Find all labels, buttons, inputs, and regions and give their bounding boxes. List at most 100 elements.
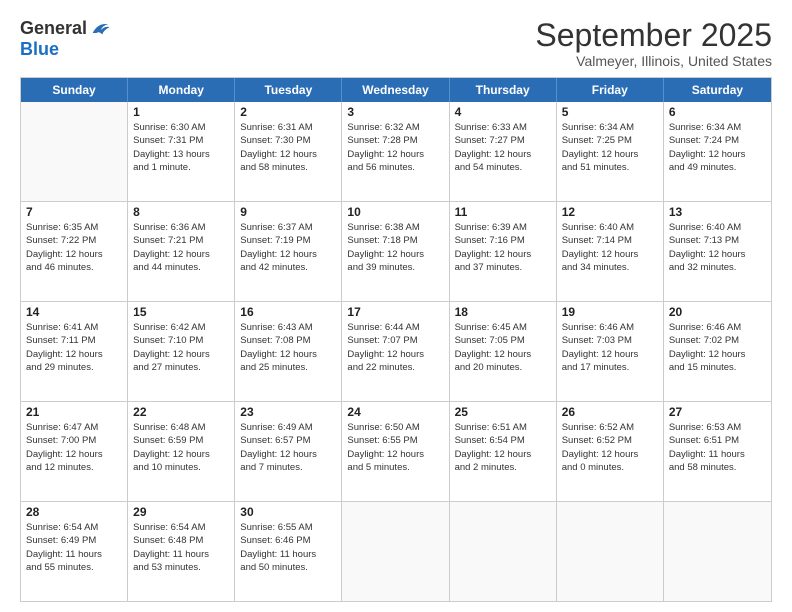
cell-info-line: Sunset: 7:05 PM — [455, 334, 551, 347]
day-number: 29 — [133, 505, 229, 519]
cell-info-line: Sunset: 6:49 PM — [26, 534, 122, 547]
day-cell-27: 27Sunrise: 6:53 AMSunset: 6:51 PMDayligh… — [664, 402, 771, 501]
day-cell-21: 21Sunrise: 6:47 AMSunset: 7:00 PMDayligh… — [21, 402, 128, 501]
day-cell-12: 12Sunrise: 6:40 AMSunset: 7:14 PMDayligh… — [557, 202, 664, 301]
cell-info-line: Sunset: 7:18 PM — [347, 234, 443, 247]
day-cell-8: 8Sunrise: 6:36 AMSunset: 7:21 PMDaylight… — [128, 202, 235, 301]
day-header-saturday: Saturday — [664, 78, 771, 102]
day-cell-empty-4-3 — [342, 502, 449, 601]
day-number: 27 — [669, 405, 766, 419]
cell-info-line: Daylight: 12 hours — [133, 248, 229, 261]
cell-info-line: Sunset: 7:19 PM — [240, 234, 336, 247]
cell-info-line: and 32 minutes. — [669, 261, 766, 274]
cell-info-line: Sunset: 7:31 PM — [133, 134, 229, 147]
cell-info-line: Sunrise: 6:39 AM — [455, 221, 551, 234]
day-number: 13 — [669, 205, 766, 219]
day-number: 4 — [455, 105, 551, 119]
day-cell-empty-4-4 — [450, 502, 557, 601]
day-number: 7 — [26, 205, 122, 219]
cell-info-line: and 42 minutes. — [240, 261, 336, 274]
cell-info-line: Sunrise: 6:47 AM — [26, 421, 122, 434]
day-number: 10 — [347, 205, 443, 219]
day-cell-25: 25Sunrise: 6:51 AMSunset: 6:54 PMDayligh… — [450, 402, 557, 501]
day-header-wednesday: Wednesday — [342, 78, 449, 102]
day-cell-28: 28Sunrise: 6:54 AMSunset: 6:49 PMDayligh… — [21, 502, 128, 601]
cell-info-line: Daylight: 12 hours — [240, 148, 336, 161]
month-title: September 2025 — [535, 18, 772, 53]
cell-info-line: Sunset: 7:13 PM — [669, 234, 766, 247]
cell-info-line: Sunset: 6:59 PM — [133, 434, 229, 447]
cell-info-line: Sunset: 6:51 PM — [669, 434, 766, 447]
cell-info-line: and 2 minutes. — [455, 461, 551, 474]
day-cell-10: 10Sunrise: 6:38 AMSunset: 7:18 PMDayligh… — [342, 202, 449, 301]
cell-info-line: Daylight: 12 hours — [240, 248, 336, 261]
cell-info-line: Daylight: 12 hours — [455, 348, 551, 361]
cell-info-line: and 58 minutes. — [669, 461, 766, 474]
cell-info-line: Sunset: 7:00 PM — [26, 434, 122, 447]
cell-info-line: Daylight: 11 hours — [669, 448, 766, 461]
day-number: 11 — [455, 205, 551, 219]
cell-info-line: Sunset: 7:14 PM — [562, 234, 658, 247]
logo-bird-icon — [89, 18, 111, 40]
cell-info-line: Sunset: 7:24 PM — [669, 134, 766, 147]
cell-info-line: Daylight: 12 hours — [347, 248, 443, 261]
cell-info-line: Sunset: 7:10 PM — [133, 334, 229, 347]
cell-info-line: Sunset: 7:28 PM — [347, 134, 443, 147]
cell-info-line: Daylight: 12 hours — [562, 448, 658, 461]
cell-info-line: Sunrise: 6:34 AM — [562, 121, 658, 134]
day-cell-9: 9Sunrise: 6:37 AMSunset: 7:19 PMDaylight… — [235, 202, 342, 301]
cell-info-line: and 15 minutes. — [669, 361, 766, 374]
day-cell-1: 1Sunrise: 6:30 AMSunset: 7:31 PMDaylight… — [128, 102, 235, 201]
cell-info-line: Daylight: 12 hours — [669, 148, 766, 161]
day-header-thursday: Thursday — [450, 78, 557, 102]
cell-info-line: and 17 minutes. — [562, 361, 658, 374]
day-number: 14 — [26, 305, 122, 319]
cell-info-line: Sunrise: 6:35 AM — [26, 221, 122, 234]
logo: General Blue — [20, 18, 111, 60]
cell-info-line: Daylight: 12 hours — [347, 448, 443, 461]
day-cell-23: 23Sunrise: 6:49 AMSunset: 6:57 PMDayligh… — [235, 402, 342, 501]
calendar: SundayMondayTuesdayWednesdayThursdayFrid… — [20, 77, 772, 602]
cell-info-line: Sunset: 6:54 PM — [455, 434, 551, 447]
cell-info-line: Sunrise: 6:43 AM — [240, 321, 336, 334]
cell-info-line: and 0 minutes. — [562, 461, 658, 474]
cell-info-line: and 10 minutes. — [133, 461, 229, 474]
day-number: 22 — [133, 405, 229, 419]
day-number: 2 — [240, 105, 336, 119]
cell-info-line: Sunset: 7:25 PM — [562, 134, 658, 147]
day-cell-17: 17Sunrise: 6:44 AMSunset: 7:07 PMDayligh… — [342, 302, 449, 401]
cell-info-line: Daylight: 12 hours — [455, 448, 551, 461]
cell-info-line: Daylight: 12 hours — [347, 348, 443, 361]
day-number: 30 — [240, 505, 336, 519]
day-number: 24 — [347, 405, 443, 419]
day-cell-20: 20Sunrise: 6:46 AMSunset: 7:02 PMDayligh… — [664, 302, 771, 401]
day-number: 28 — [26, 505, 122, 519]
cell-info-line: Sunset: 7:02 PM — [669, 334, 766, 347]
cell-info-line: Daylight: 12 hours — [669, 248, 766, 261]
day-cell-30: 30Sunrise: 6:55 AMSunset: 6:46 PMDayligh… — [235, 502, 342, 601]
title-block: September 2025 Valmeyer, Illinois, Unite… — [535, 18, 772, 69]
cell-info-line: Sunrise: 6:42 AM — [133, 321, 229, 334]
day-cell-empty-0-0 — [21, 102, 128, 201]
cell-info-line: Daylight: 12 hours — [133, 448, 229, 461]
cell-info-line: Daylight: 12 hours — [562, 248, 658, 261]
day-cell-22: 22 Sunrise: 6:48 AMSunset: 6:59 PMDayligh… — [128, 402, 235, 501]
cell-info-line: Sunrise: 6:51 AM — [455, 421, 551, 434]
cell-info-line: Daylight: 12 hours — [562, 148, 658, 161]
day-number: 17 — [347, 305, 443, 319]
cell-info-line: Sunrise: 6:48 AM — [133, 421, 229, 434]
day-cell-2: 2Sunrise: 6:31 AMSunset: 7:30 PMDaylight… — [235, 102, 342, 201]
cell-info-line: and 12 minutes. — [26, 461, 122, 474]
day-cell-15: 15Sunrise: 6:42 AMSunset: 7:10 PMDayligh… — [128, 302, 235, 401]
day-number: 18 — [455, 305, 551, 319]
day-header-tuesday: Tuesday — [235, 78, 342, 102]
cell-info-line: Sunrise: 6:34 AM — [669, 121, 766, 134]
cell-info-line: Sunset: 7:08 PM — [240, 334, 336, 347]
cell-info-line: Sunset: 7:16 PM — [455, 234, 551, 247]
cell-info-line: and 49 minutes. — [669, 161, 766, 174]
day-cell-empty-4-5 — [557, 502, 664, 601]
cell-info-line: Sunrise: 6:46 AM — [669, 321, 766, 334]
day-header-sunday: Sunday — [21, 78, 128, 102]
cell-info-line: and 50 minutes. — [240, 561, 336, 574]
day-cell-13: 13Sunrise: 6:40 AMSunset: 7:13 PMDayligh… — [664, 202, 771, 301]
